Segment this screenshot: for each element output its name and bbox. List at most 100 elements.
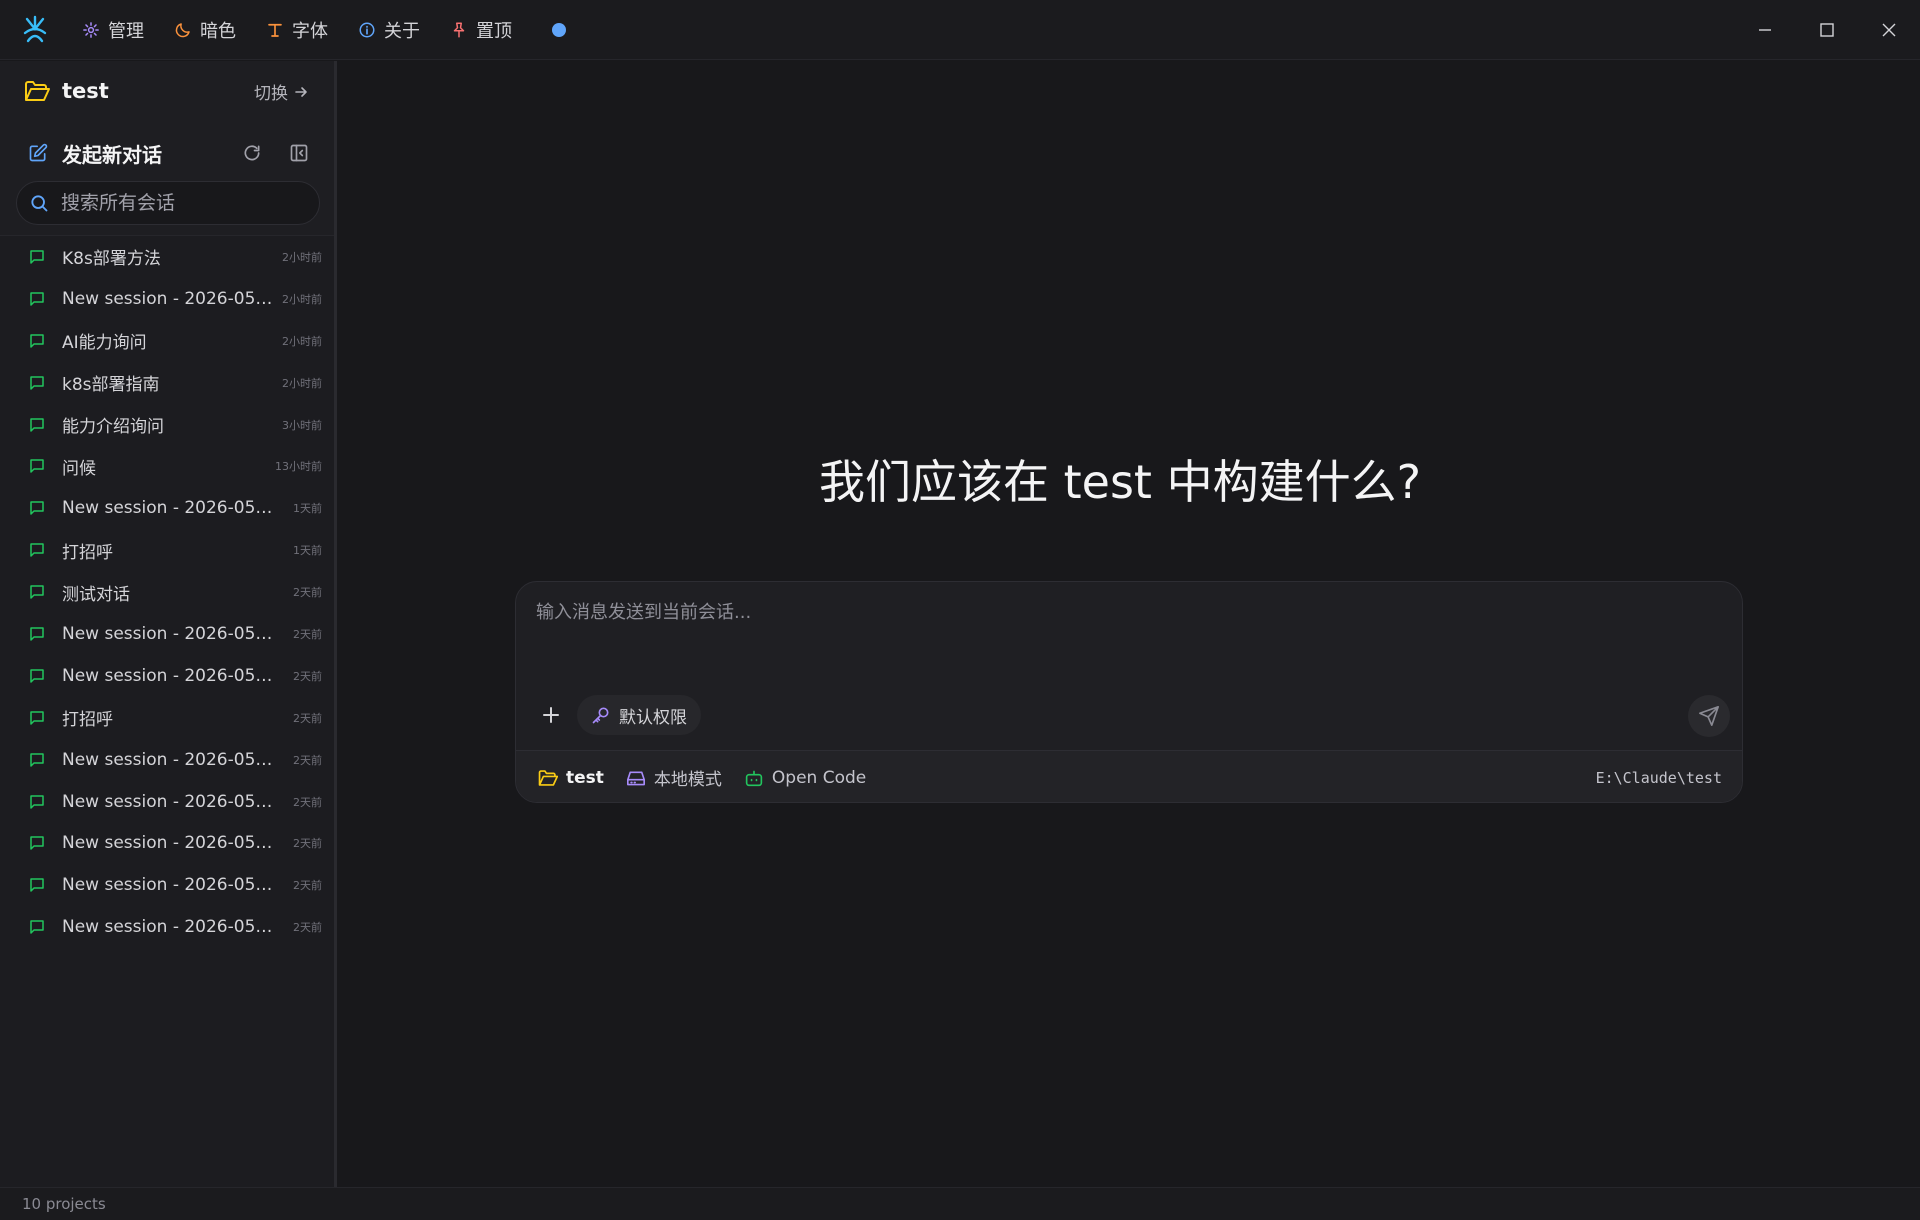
new-chat-button[interactable]: 发起新对话 [0,131,334,175]
new-chat-label: 发起新对话 [62,142,162,167]
menu-pin[interactable]: 置顶 [438,0,526,60]
window-controls [1734,0,1920,60]
chat-bubble-icon [30,459,44,474]
menu-font-label: 字体 [292,20,328,42]
close-icon [1882,23,1896,37]
session-item[interactable]: 打招呼 1天前 [0,529,334,571]
menu-manage[interactable]: 管理 [70,0,158,60]
attach-button[interactable] [534,698,568,732]
pin-icon [453,22,465,37]
session-item[interactable]: New session - 2026-05-2... 2天前 [0,822,334,864]
key-icon [592,707,609,724]
plus-icon [543,707,559,723]
session-title: 打招呼 [62,710,113,731]
chat-bubble-icon [30,710,44,725]
search-icon [31,195,48,212]
session-title: New session - 2026-05-2... [62,749,277,770]
session-time: 13小时前 [275,460,322,474]
chat-bubble-icon [30,878,44,893]
chat-bubble-icon [30,250,44,264]
minimize-button[interactable] [1734,0,1796,60]
chat-bubble-icon [30,752,44,767]
info-icon [359,22,375,37]
session-time: 2天前 [293,586,322,600]
session-item[interactable]: New session - 2026-05-2... 2天前 [0,613,334,655]
session-item[interactable]: 能力介绍询问 3小时前 [0,404,334,446]
search-input[interactable] [61,192,301,214]
logo-icon [23,15,47,42]
refresh-button[interactable] [240,141,264,165]
page-title: 我们应该在 test 中构建什么? [819,455,1421,509]
session-item[interactable]: New session - 2026-05-2... 2天前 [0,655,334,697]
chat-bubble-icon [30,585,44,599]
session-title: K8s部署方法 [62,249,161,270]
session-title: AI能力询问 [62,333,147,354]
send-icon [1699,706,1719,726]
menu-font[interactable]: 字体 [254,0,342,60]
session-item[interactable]: New session - 2026-05-2... 2天前 [0,864,334,906]
switch-project-button[interactable]: 切换 [254,79,308,104]
session-time: 2天前 [293,711,322,725]
context-agent[interactable]: Open Code [744,768,866,788]
status-indicator [552,22,566,37]
app-logo [0,0,70,60]
session-time: 1天前 [293,502,322,516]
session-time: 2小时前 [282,250,322,264]
moon-icon [175,22,190,37]
context-project[interactable]: test [538,768,604,788]
close-button[interactable] [1858,0,1920,60]
session-time: 2天前 [293,921,322,935]
session-time: 2小时前 [282,292,322,306]
search-box [16,181,320,225]
session-title: 问候 [62,458,96,479]
session-title: 测试对话 [62,584,130,605]
switch-project-label: 切换 [254,84,288,104]
context-mode[interactable]: 本地模式 [626,765,722,790]
app-window: 管理 暗色 字体 关于 置顶 test 切换 发起新对话 搜索所有会话 K8s部… [0,0,1920,1220]
session-title: New session - 2026-05-2... [62,665,277,686]
session-item[interactable]: AI能力询问 2小时前 [0,320,334,362]
arrow-right-icon [295,86,307,97]
message-composer: 默认权限 test 本 [515,581,1743,803]
session-time: 2天前 [293,879,322,893]
working-directory: E:\Claude\test [1595,768,1722,787]
session-time: 2小时前 [282,376,322,390]
project-header: test 切换 [0,61,334,121]
message-input[interactable] [536,598,1716,678]
minimize-icon [1759,29,1771,31]
maximize-button[interactable] [1796,0,1858,60]
session-item[interactable]: K8s部署方法 2小时前 [0,236,334,278]
project-name: test [62,79,109,103]
session-item[interactable]: 问候 13小时前 [0,445,334,487]
chat-bubble-icon [30,292,44,306]
session-title: New session - 2026-05-2... [62,623,277,644]
session-time: 1天前 [293,544,322,558]
menu-about[interactable]: 关于 [346,0,434,60]
session-time: 2天前 [293,753,322,767]
send-button[interactable] [1688,695,1730,737]
session-item[interactable]: New session - 2026-05-2... 2天前 [0,781,334,823]
folder-open-icon [538,769,558,786]
permission-selector[interactable]: 默认权限 [577,695,701,735]
collapse-sidebar-button[interactable] [287,141,311,165]
context-mode-label: 本地模式 [653,770,722,790]
drive-icon [626,770,645,785]
composer-context-bar: test 本地模式 Open Code E:\Claude\test [516,750,1742,802]
session-time: 2小时前 [282,334,322,348]
session-item[interactable]: New session - 2026-05-2... 2天前 [0,906,334,948]
menu-dark-mode[interactable]: 暗色 [162,0,250,60]
session-item[interactable]: New session - 2026-05-2... 2天前 [0,739,334,781]
session-title: New session - 2026-05-2... [62,875,277,896]
chat-bubble-icon [30,501,44,516]
session-item[interactable]: New session - 2026-05-... 2小时前 [0,278,334,320]
session-item[interactable]: 打招呼 2天前 [0,697,334,739]
session-title: k8s部署指南 [62,375,160,396]
session-time: 2天前 [293,669,322,683]
sidebar-collapse-icon [290,144,308,162]
session-item[interactable]: 测试对话 2天前 [0,571,334,613]
session-item[interactable]: k8s部署指南 2小时前 [0,362,334,404]
session-title: New session - 2026-05-2... [62,498,277,519]
session-item[interactable]: New session - 2026-05-2... 1天前 [0,487,334,529]
chat-bubble-icon [30,794,44,809]
chat-bubble-icon [30,920,44,934]
